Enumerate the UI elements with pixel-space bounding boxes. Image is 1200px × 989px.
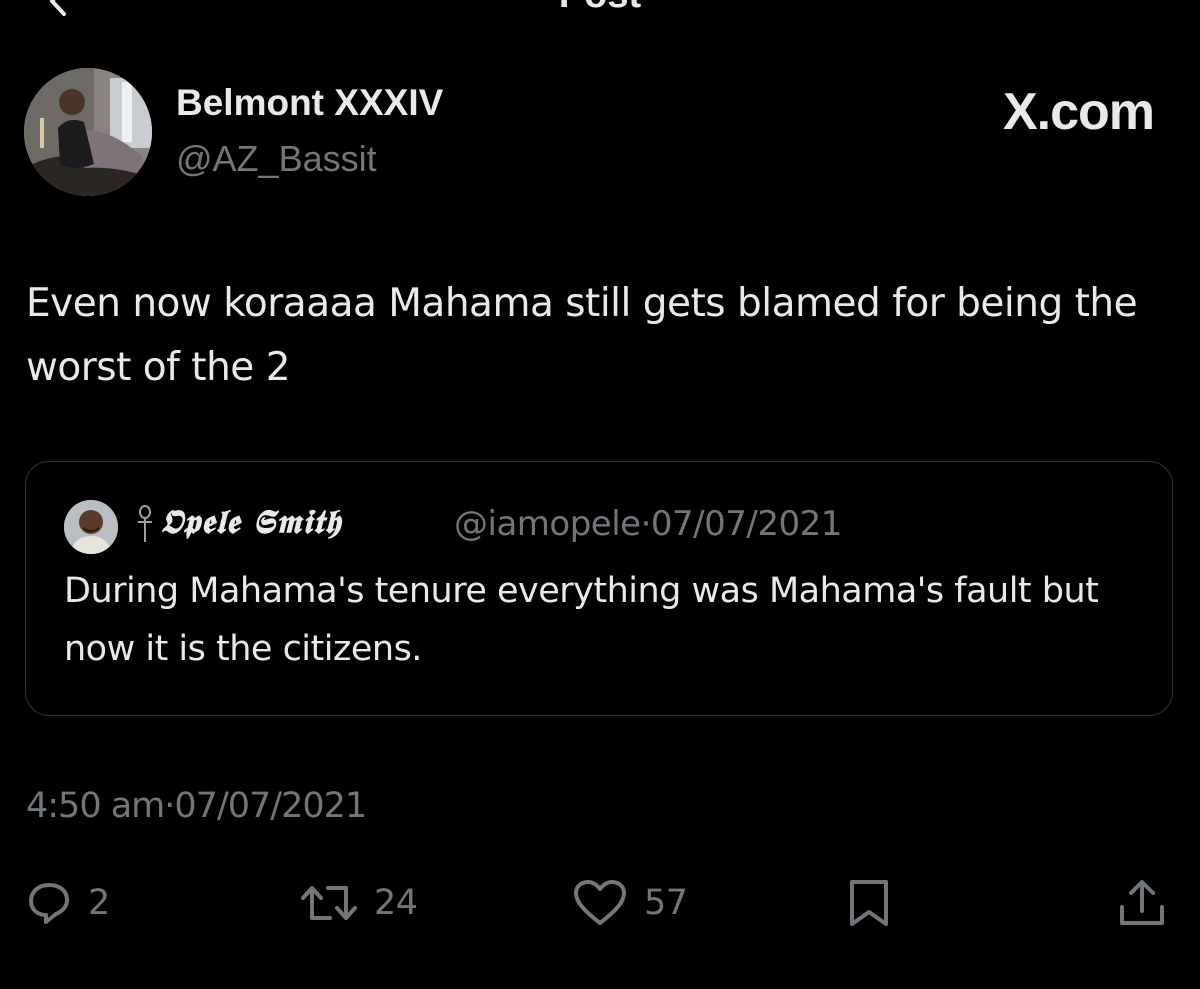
share-icon	[1120, 880, 1164, 925]
quoted-tweet-text: During Mahama's tenure everything was Ma…	[64, 571, 1099, 669]
timestamp-separator: ·	[164, 786, 175, 826]
page-title: Post	[0, 0, 1200, 17]
heart-icon	[574, 880, 626, 925]
share-button[interactable]	[1116, 870, 1168, 936]
repost-button[interactable]: 24	[300, 870, 418, 936]
brand-watermark: X.com	[1002, 83, 1155, 141]
repost-icon	[301, 886, 357, 920]
bookmark-icon	[850, 880, 888, 926]
top-bar: Post	[0, 0, 1200, 20]
action-bar: 2 24 57	[0, 870, 1200, 940]
author-handle[interactable]: @AZ_Bassit	[176, 138, 377, 180]
reply-button[interactable]: 2	[26, 870, 110, 936]
ankh-icon	[138, 505, 152, 542]
post-date: 07/07/2021	[174, 786, 367, 826]
quoted-tweet-card[interactable]: 𝕺𝖕𝖊𝖑𝖊 𝕾𝖒𝖎𝖙𝖍 @iamopele·07/07/2021 During …	[25, 461, 1173, 716]
like-button[interactable]: 57	[572, 870, 688, 936]
tweet-text: Even now koraaaa Mahama still gets blame…	[26, 281, 1138, 390]
meta-separator: ·	[640, 504, 652, 544]
quoted-author-handle[interactable]: @iamopele	[454, 504, 641, 544]
quoted-meta: @iamopele·07/07/2021	[454, 504, 842, 544]
bookmark-button[interactable]	[846, 870, 892, 936]
post-timestamp[interactable]: 4:50 am·07/07/2021	[26, 786, 367, 826]
quoted-date: 07/07/2021	[650, 504, 842, 544]
like-count: 57	[644, 883, 688, 923]
quoted-author-name[interactable]: 𝕺𝖕𝖊𝖑𝖊 𝕾𝖒𝖎𝖙𝖍	[160, 502, 342, 542]
author-avatar[interactable]	[24, 68, 152, 196]
repost-count: 24	[374, 883, 418, 923]
quoted-author-avatar	[64, 500, 118, 554]
reply-count: 2	[88, 883, 110, 923]
post-time: 4:50 am	[26, 786, 165, 826]
author-name[interactable]: Belmont XXXIV	[176, 82, 443, 124]
reply-icon	[29, 883, 69, 924]
